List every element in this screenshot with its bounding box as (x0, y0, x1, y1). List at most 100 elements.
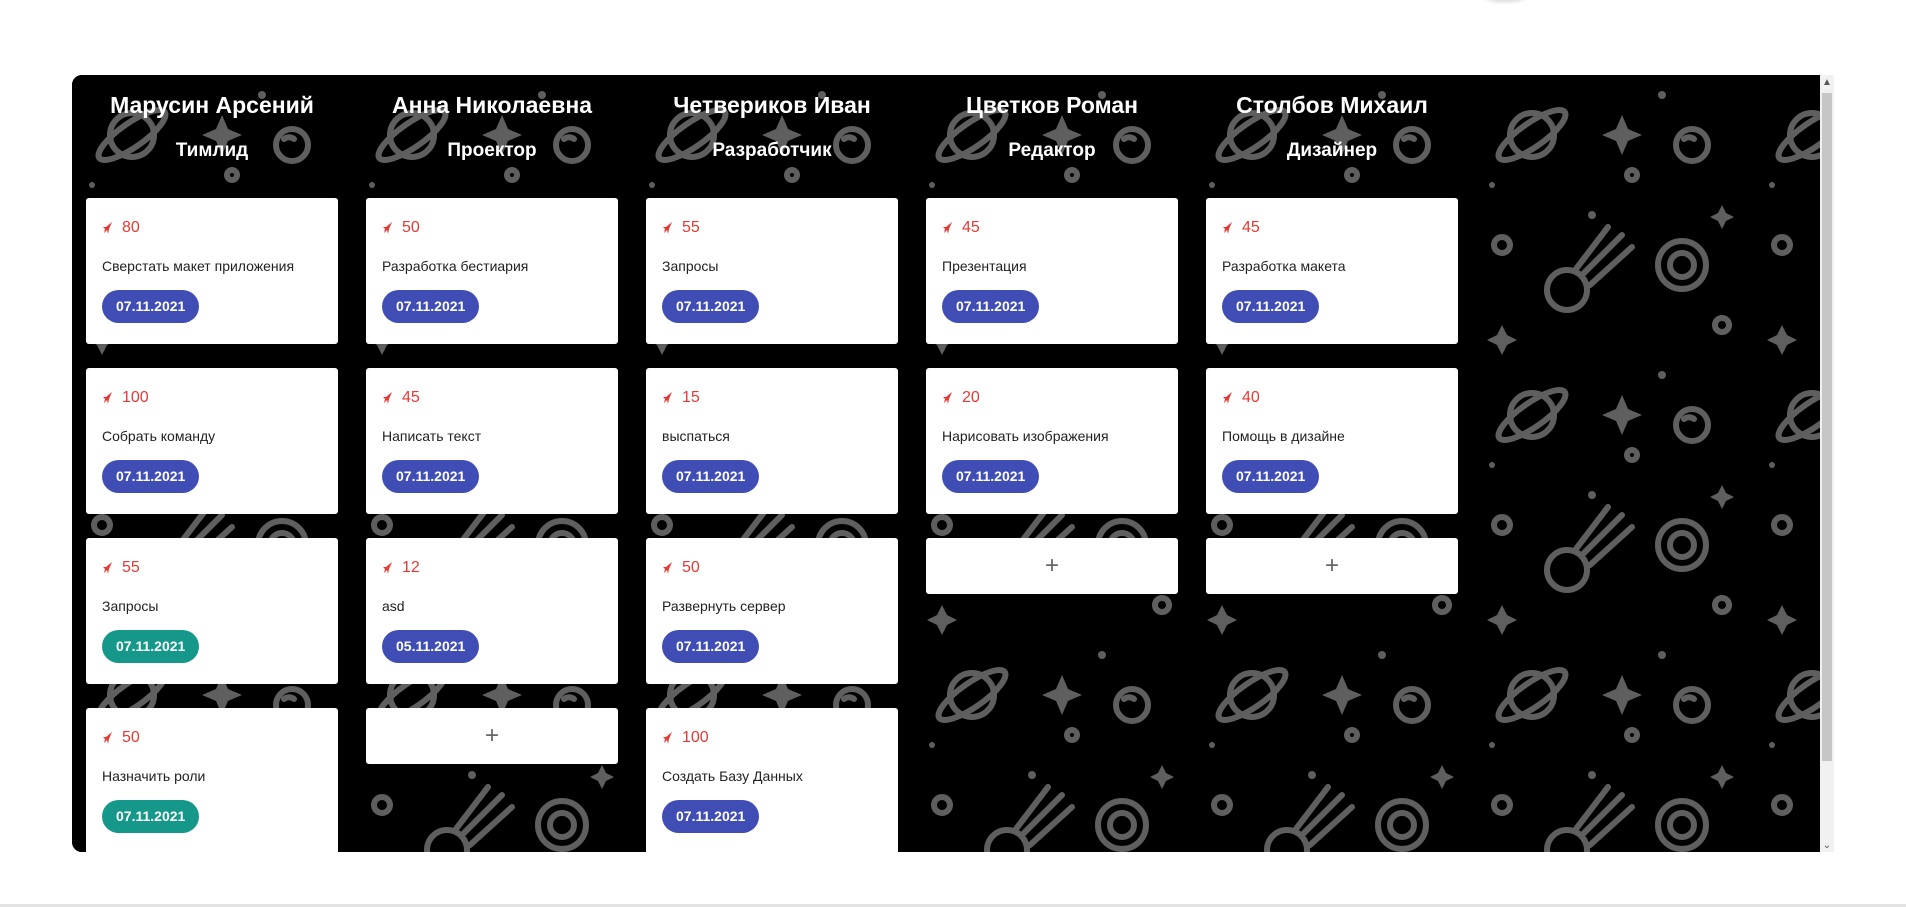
task-card[interactable]: 12 asd 05.11.2021 (366, 538, 618, 684)
scroll-down-icon[interactable]: ⌄ (1820, 838, 1834, 852)
column-member-role: Редактор (1008, 140, 1096, 161)
task-score-value: 50 (122, 729, 140, 746)
kanban-board: Марусин Арсений Тимлид 80 Сверстать макет п… (72, 75, 1834, 852)
task-score-value: 45 (1242, 219, 1260, 236)
card-list: 55 Запросы 07.11.2021 15 выспаться 07.11.2021… (646, 198, 898, 852)
task-title: Собрать команду (102, 428, 216, 444)
task-score-value: 55 (682, 219, 700, 236)
task-title: Написать текст (382, 428, 482, 444)
rocket-icon (103, 392, 112, 404)
column-member-role: Тимлид (175, 140, 249, 161)
task-date-badge[interactable]: 07.11.2021 (382, 290, 480, 323)
task-date-badge[interactable]: 07.11.2021 (1222, 290, 1320, 323)
task-date-badge[interactable]: 07.11.2021 (102, 460, 200, 493)
task-date-badge[interactable]: 07.11.2021 (1222, 460, 1320, 493)
rocket-icon (663, 732, 672, 744)
column-member-name: Цветков Роман (965, 92, 1139, 118)
task-score: 40 (1222, 387, 1442, 409)
task-card[interactable]: 55 Запросы 07.11.2021 (646, 198, 898, 344)
task-card[interactable]: 15 выспаться 07.11.2021 (646, 368, 898, 514)
rocket-icon (663, 562, 672, 574)
rocket-icon (383, 562, 392, 574)
task-card[interactable]: 45 Разработка макета 07.11.2021 (1206, 198, 1458, 344)
task-score: 15 (662, 387, 882, 409)
task-title: Запросы (662, 258, 719, 274)
task-card[interactable]: 80 Сверстать макет приложения 07.11.2021 (86, 198, 338, 344)
task-date-badge[interactable]: 07.11.2021 (662, 290, 760, 323)
scroll-up-icon[interactable]: ▲ (1820, 75, 1834, 89)
task-title: Запросы (102, 598, 159, 614)
task-card[interactable]: 45 Презентация 07.11.2021 (926, 198, 1178, 344)
task-title: Разработка бестиария (382, 258, 529, 274)
scroll-thumb[interactable] (1822, 93, 1832, 761)
card-list: 80 Сверстать макет приложения 07.11.2021 10… (86, 198, 338, 852)
task-score-value: 20 (962, 389, 980, 406)
task-title: выспаться (662, 428, 730, 444)
task-score-value: 100 (122, 389, 149, 406)
column-member-name: Марусин Арсений (110, 92, 314, 118)
add-task-button[interactable]: + (1206, 538, 1458, 594)
column-member-name: Анна Николаевна (391, 92, 593, 118)
task-title: Нарисовать изображения (942, 428, 1109, 444)
add-task-button[interactable]: + (926, 538, 1178, 594)
task-date-badge[interactable]: 07.11.2021 (102, 630, 200, 663)
task-card[interactable]: 100 Создать Базу Данных 07.11.2021 (646, 708, 898, 852)
task-score: 55 (102, 557, 322, 579)
task-title: Помощь в дизайне (1222, 428, 1345, 444)
task-score-value: 12 (402, 559, 420, 576)
plus-icon: + (1044, 552, 1059, 579)
add-task-button[interactable]: + (366, 708, 618, 764)
task-card[interactable]: 50 Разработка бестиария 07.11.2021 (366, 198, 618, 344)
task-date-badge[interactable]: 07.11.2021 (662, 460, 760, 493)
task-card[interactable]: 50 Развернуть сервер 07.11.2021 (646, 538, 898, 684)
rocket-icon (103, 732, 112, 744)
task-score: 50 (662, 557, 882, 579)
vertical-scrollbar[interactable]: ▲ ⌄ (1820, 75, 1834, 852)
rocket-icon (943, 222, 952, 234)
rocket-icon (663, 392, 672, 404)
card-list: 45 Презентация 07.11.2021 20 Нарисовать изоб… (926, 198, 1178, 594)
column-member-role: Разработчик (712, 140, 832, 161)
task-card[interactable]: 45 Написать текст 07.11.2021 (366, 368, 618, 514)
column-member-name: Четвериков Иван (673, 92, 871, 118)
task-date-badge[interactable]: 07.11.2021 (662, 630, 760, 663)
board-column: Столбов Михаил Дизайнер 45 Разработка макет… (1206, 75, 1458, 852)
task-date-badge[interactable]: 07.11.2021 (382, 460, 480, 493)
task-title: Сверстать макет приложения (102, 258, 295, 274)
task-date-badge[interactable]: 07.11.2021 (942, 460, 1040, 493)
rocket-icon (1223, 392, 1232, 404)
board-column: Анна Николаевна Проектор 50 Разработка бест… (366, 75, 618, 852)
task-date-badge[interactable]: 05.11.2021 (382, 630, 480, 663)
task-title: asd (382, 598, 405, 614)
task-card[interactable]: 55 Запросы 07.11.2021 (86, 538, 338, 684)
card-list: 50 Разработка бестиария 07.11.2021 45 Написа… (366, 198, 618, 764)
task-card[interactable]: 50 Назначить роли 07.11.2021 (86, 708, 338, 852)
task-title: Презентация (942, 258, 1027, 274)
task-score-value: 45 (962, 219, 980, 236)
board-column: Марусин Арсений Тимлид 80 Сверстать макет п… (86, 75, 338, 852)
task-date-badge[interactable]: 07.11.2021 (102, 800, 200, 833)
task-date-badge[interactable]: 07.11.2021 (942, 290, 1040, 323)
card-list: 45 Разработка макета 07.11.2021 40 Помощь в … (1206, 198, 1458, 594)
task-card[interactable]: 40 Помощь в дизайне 07.11.2021 (1206, 368, 1458, 514)
rocket-icon (1223, 222, 1232, 234)
task-score: 45 (1222, 217, 1442, 239)
task-score: 12 (382, 557, 602, 579)
task-score: 50 (102, 727, 322, 749)
board-column: Четвериков Иван Разработчик 55 Запросы 07.11… (646, 75, 898, 852)
task-card[interactable]: 20 Нарисовать изображения 07.11.2021 (926, 368, 1178, 514)
plus-icon: + (1324, 552, 1339, 579)
task-date-badge[interactable]: 07.11.2021 (102, 290, 200, 323)
rocket-icon (103, 222, 112, 234)
rocket-icon (663, 222, 672, 234)
task-date-badge[interactable]: 07.11.2021 (662, 800, 760, 833)
task-score: 50 (382, 217, 602, 239)
board-column: Цветков Роман Редактор 45 Презентация 07.11.… (926, 75, 1178, 852)
rocket-icon (383, 392, 392, 404)
task-score-value: 50 (402, 219, 420, 236)
task-score-value: 45 (402, 389, 420, 406)
task-score: 100 (662, 727, 882, 749)
rocket-icon (383, 222, 392, 234)
task-card[interactable]: 100 Собрать команду 07.11.2021 (86, 368, 338, 514)
task-score-value: 80 (122, 219, 140, 236)
